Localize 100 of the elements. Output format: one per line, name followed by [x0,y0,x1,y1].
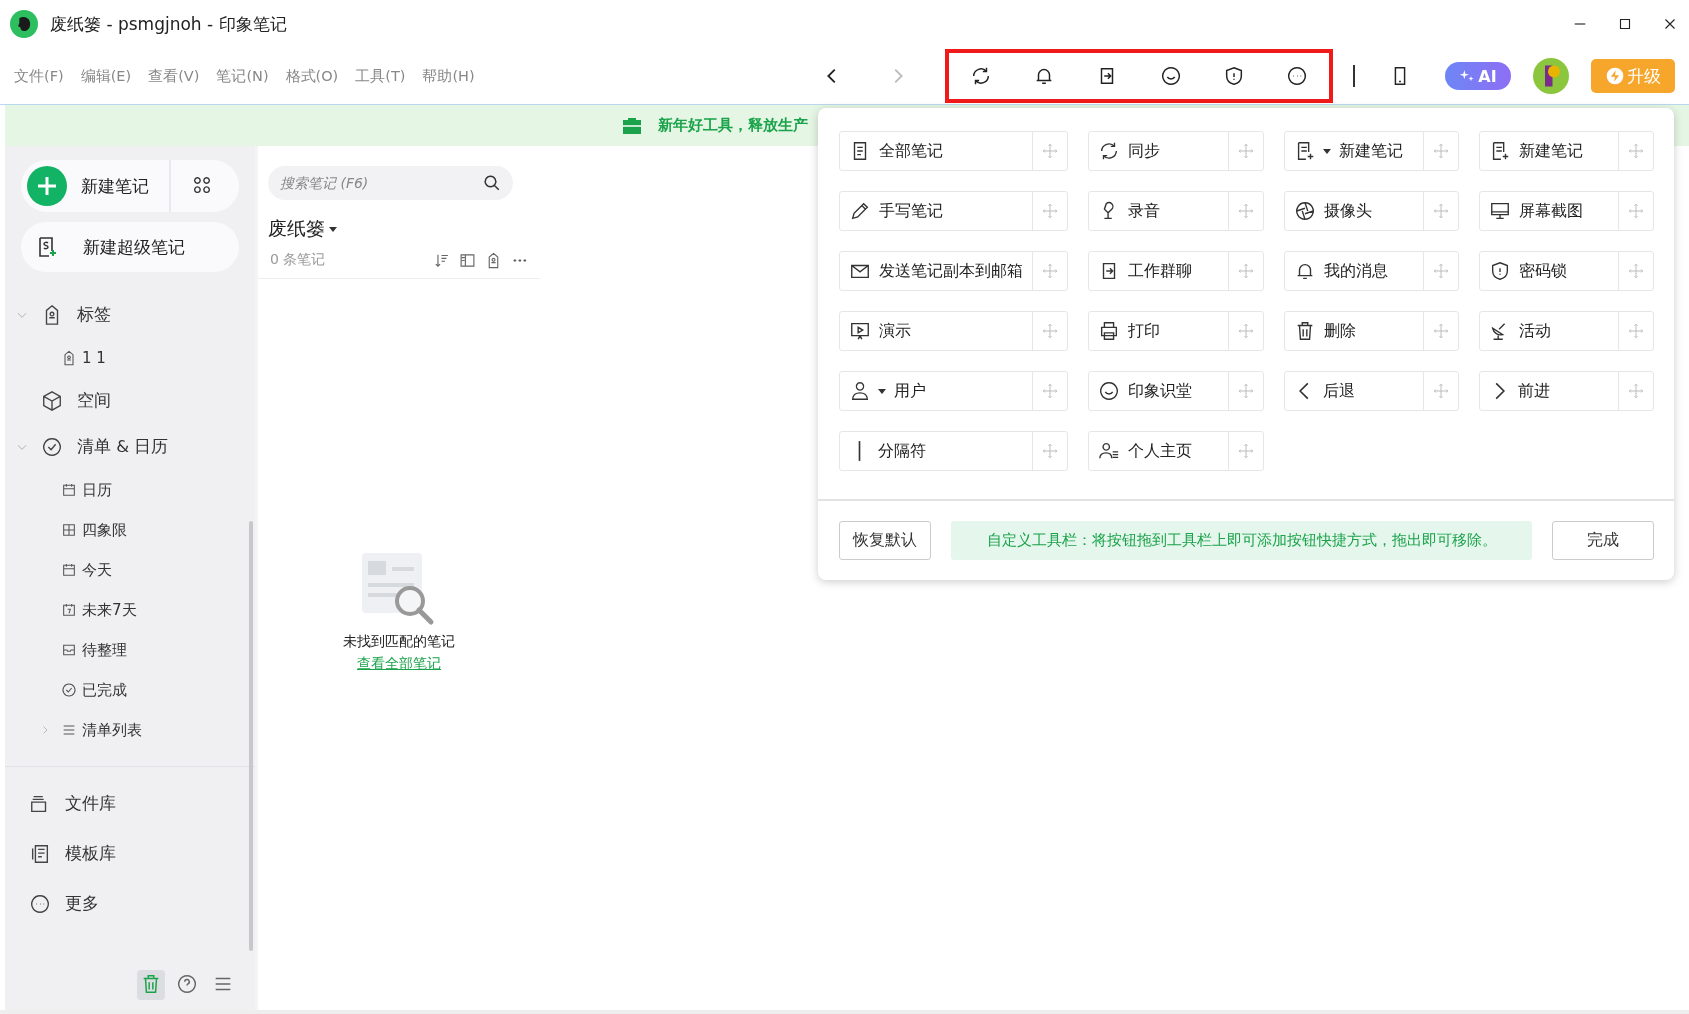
toolbar-option[interactable]: 我的消息 [1284,251,1459,291]
toolbar-option[interactable]: 工作群聊 [1088,251,1264,291]
menu-item[interactable]: 文件(F) [14,66,64,86]
drag-handle-icon[interactable] [1627,142,1645,160]
drag-handle-icon[interactable] [1041,142,1059,160]
drag-handle-icon[interactable] [1432,142,1450,160]
toolbar-option[interactable]: 发送笔记副本到邮箱 [839,251,1068,291]
columns-icon[interactable] [459,251,476,269]
smiley-icon [1098,380,1120,402]
option-label: 活动 [1519,320,1551,342]
drag-handle-icon[interactable] [1627,202,1645,220]
done-button[interactable]: 完成 [1552,521,1654,560]
toolbar-option[interactable]: 后退 [1284,371,1459,411]
toolbar-option[interactable]: 全部笔记 [839,131,1068,171]
caret-icon [1323,148,1331,154]
drag-handle-icon[interactable] [1627,322,1645,340]
drag-handle-icon[interactable] [1627,382,1645,400]
list-icon [61,722,77,738]
toolbar-option[interactable]: 屏幕截图 [1479,191,1654,231]
sidebar-item[interactable]: 已完成 [82,680,127,700]
drag-handle-icon[interactable] [1041,442,1059,460]
drag-handle-icon[interactable] [1432,202,1450,220]
search-field[interactable]: 搜索笔记 (F6) [268,166,513,200]
sync-icon [1098,140,1120,162]
search-icon[interactable] [483,174,501,192]
restore-default-button[interactable]: 恢复默认 [839,521,931,560]
menu-item[interactable]: 查看(V) [148,66,200,86]
sidebar-item[interactable]: 空间 [77,390,111,412]
plus-icon [27,166,67,206]
sidebar-item[interactable]: 清单列表 [82,720,142,740]
smiley-icon[interactable] [1159,65,1182,87]
toolbar-option[interactable]: 演示 [839,311,1068,351]
drag-handle-icon[interactable] [1041,262,1059,280]
drag-handle-icon[interactable] [1237,142,1255,160]
drag-handle-icon[interactable] [1627,262,1645,280]
sidebar-item[interactable]: 四象限 [82,520,127,540]
drag-handle-icon[interactable] [1432,322,1450,340]
scrollbar[interactable] [249,521,253,951]
option-label: 用户 [894,380,926,402]
toolbar-option[interactable]: 新建笔记 [1479,131,1654,171]
notebook-title[interactable]: 废纸篓 [268,216,325,242]
sidebar-item[interactable]: 更多 [65,893,99,915]
menu-item[interactable]: 格式(O) [285,66,339,86]
calendar-icon [61,562,77,578]
avatar-icon[interactable] [1533,58,1569,94]
toolbar-option[interactable]: 新建笔记 [1284,131,1459,171]
drag-handle-icon[interactable] [1041,382,1059,400]
menu-item[interactable]: 工具(T) [355,66,406,86]
option-label: 屏幕截图 [1519,200,1583,222]
tag-icon [61,350,77,366]
menu-item[interactable]: 笔记(N) [216,66,269,86]
sidebar-item[interactable]: 待整理 [82,640,127,660]
sidebar-item[interactable]: 模板库 [65,843,116,865]
drag-handle-icon[interactable] [1237,202,1255,220]
ai-button[interactable]: AI [1445,62,1511,90]
menu-item[interactable]: 编辑(E) [80,66,132,86]
drag-handle-icon[interactable] [1237,322,1255,340]
help-icon [176,973,198,995]
drag-handle-icon[interactable] [1237,262,1255,280]
sidebar-item[interactable]: 未来7天 [82,600,137,620]
drag-handle-icon[interactable] [1432,382,1450,400]
new-note-button[interactable]: 新建笔记 [21,160,239,212]
presentation-icon [849,320,871,342]
drag-handle-icon[interactable] [1237,442,1255,460]
option-label: 工作群聊 [1128,260,1192,282]
toolbar-option[interactable]: 录音 [1088,191,1264,231]
sidebar-item[interactable]: 日历 [82,480,112,500]
caret-icon[interactable] [329,226,337,232]
toolbar-option[interactable]: 分隔符 [839,431,1068,471]
toolbar-option[interactable]: 删除 [1284,311,1459,351]
sidebar-item[interactable]: 1 1 [82,349,106,367]
toolbar-option[interactable]: 印象识堂 [1088,371,1264,411]
sidebar-item[interactable]: 文件库 [65,793,116,815]
option-label: 发送笔记副本到邮箱 [879,260,1023,282]
inbox-icon [61,642,77,658]
option-label: 录音 [1128,200,1160,222]
toolbar-option[interactable]: 同步 [1088,131,1264,171]
toolbar-option[interactable]: 手写笔记 [839,191,1068,231]
toolbar-option[interactable]: 用户 [839,371,1068,411]
new-super-note-button[interactable]: 新建超级笔记 [21,222,239,272]
toolbar-option[interactable]: 活动 [1479,311,1654,351]
trash-icon-button[interactable] [137,970,165,1000]
toolbar-option[interactable]: 密码锁 [1479,251,1654,291]
monitor-icon [1489,200,1511,222]
menu-item[interactable]: 帮助(H) [422,66,475,86]
toolbar-option[interactable]: 摄像头 [1284,191,1459,231]
sidebar-item[interactable]: 标签 [77,304,111,326]
sidebar-item[interactable]: 今天 [82,560,112,580]
user-icon [849,380,871,402]
toolbar-option[interactable]: 前进 [1479,371,1654,411]
drag-handle-icon[interactable] [1041,202,1059,220]
sidebar-item[interactable]: 清单 & 日历 [77,436,169,458]
drag-handle-icon[interactable] [1432,262,1450,280]
drag-handle-icon[interactable] [1237,382,1255,400]
drag-handle-icon[interactable] [1041,322,1059,340]
more-icon[interactable] [1286,65,1309,87]
hint-message: 自定义工具栏：将按钮拖到工具栏上即可添加按钮快捷方式，拖出即可移除。 [951,521,1532,560]
option-label: 打印 [1128,320,1160,342]
toolbar-option[interactable]: 打印 [1088,311,1264,351]
toolbar-option[interactable]: 个人主页 [1088,431,1264,471]
